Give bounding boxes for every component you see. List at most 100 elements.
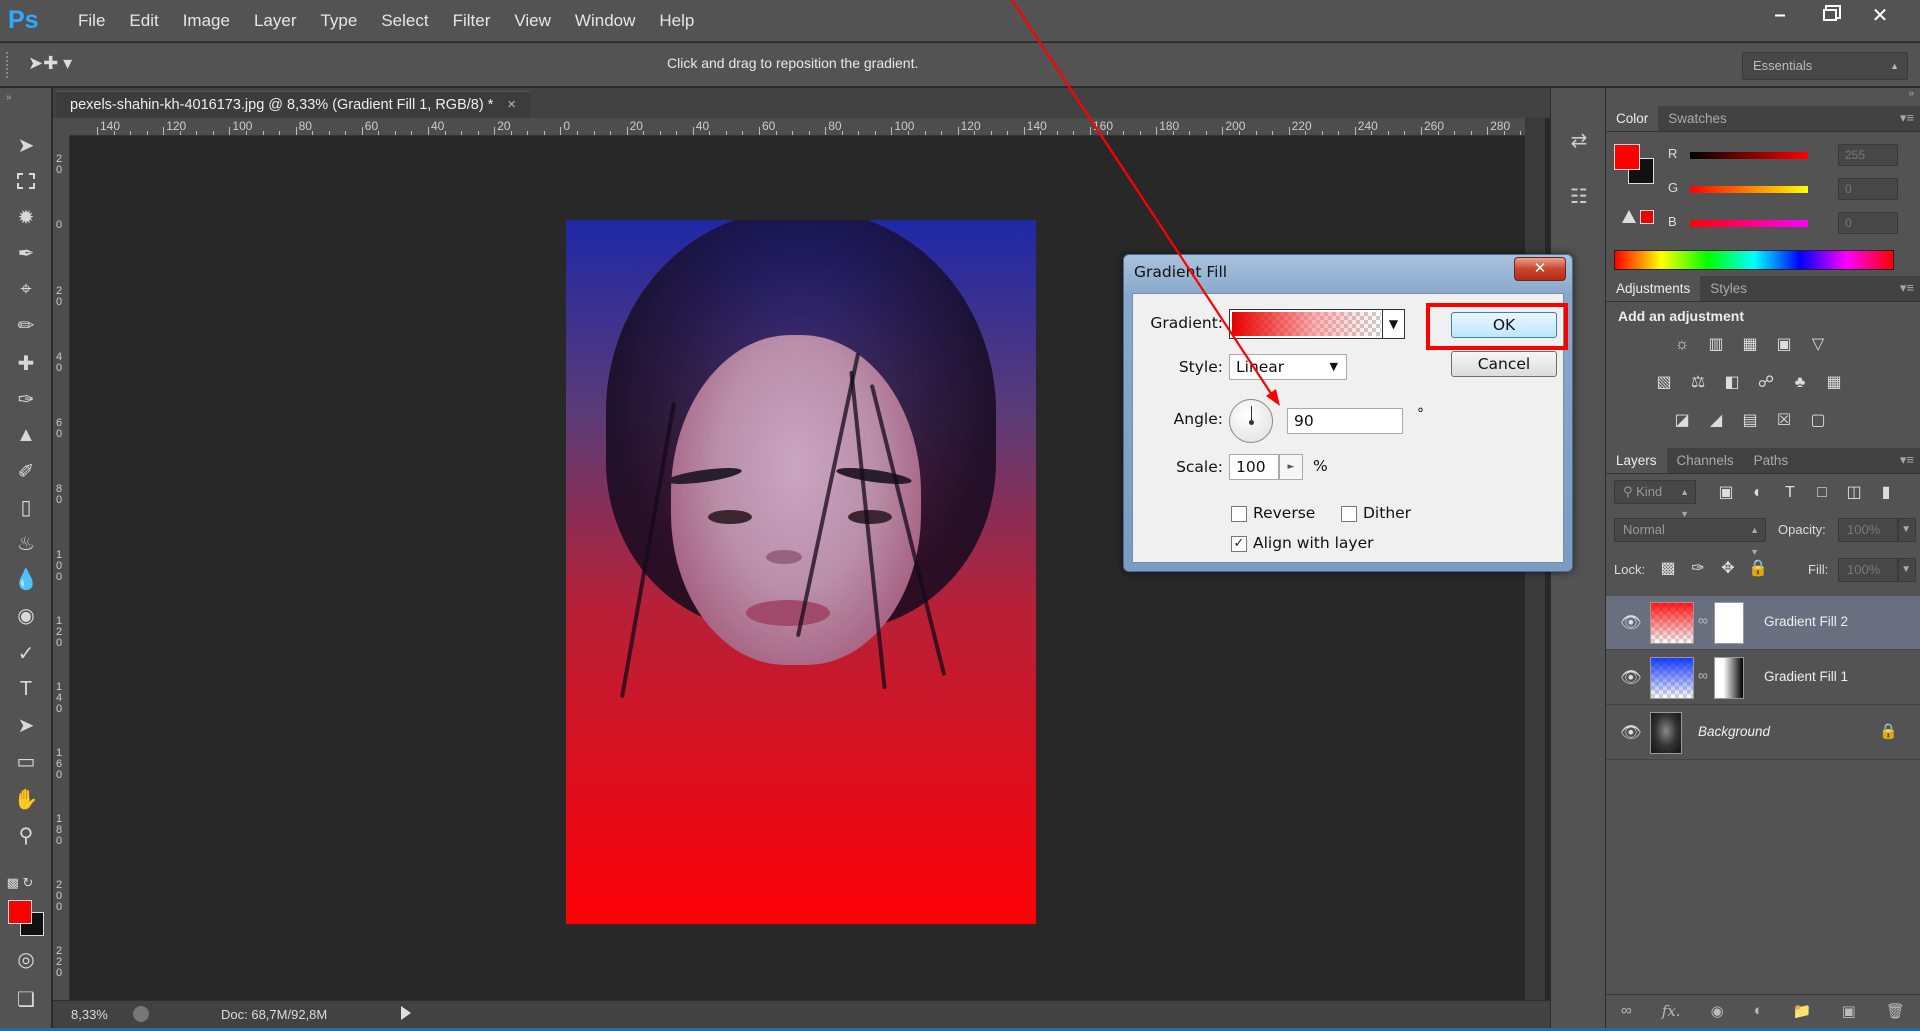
hand-tool-icon[interactable]: ✋ xyxy=(10,784,42,814)
paint-bucket-tool-icon[interactable]: ♨ xyxy=(10,528,42,558)
close-window-button[interactable]: ✕ xyxy=(1858,0,1902,30)
layer-mask-thumbnail[interactable] xyxy=(1714,602,1744,644)
visibility-eye-icon[interactable]: 👁 xyxy=(1620,668,1642,688)
layer-name[interactable]: Gradient Fill 1 xyxy=(1764,669,1848,684)
color-panel-foreground[interactable] xyxy=(1614,144,1640,170)
vibrance-icon[interactable]: ▽ xyxy=(1808,336,1828,354)
tab-styles[interactable]: Styles xyxy=(1700,276,1757,301)
blue-slider[interactable]: B 0 xyxy=(1668,212,1918,234)
layer-mask-thumbnail[interactable] xyxy=(1714,657,1744,699)
layer-name[interactable]: Gradient Fill 2 xyxy=(1764,614,1848,629)
lock-all-icon[interactable]: 🔒 xyxy=(1748,560,1768,578)
cancel-button[interactable]: Cancel xyxy=(1451,351,1557,377)
document-image[interactable] xyxy=(566,220,1036,924)
lock-icon[interactable]: 🔒 xyxy=(1879,722,1898,740)
brush-tool-icon[interactable]: ✑ xyxy=(10,384,42,414)
layer-row-gradient-fill-2[interactable]: 👁 ∞ Gradient Fill 2 xyxy=(1606,596,1920,650)
menu-window[interactable]: Window xyxy=(563,0,647,42)
dodge-tool-icon[interactable]: ◉ xyxy=(10,600,42,630)
type-tool-icon[interactable]: T xyxy=(10,674,42,704)
tab-channels[interactable]: Channels xyxy=(1667,448,1744,473)
tab-paths[interactable]: Paths xyxy=(1744,448,1799,473)
tab-swatches[interactable]: Swatches xyxy=(1658,106,1737,131)
levels-icon[interactable]: ▥ xyxy=(1706,336,1726,354)
zoom-level[interactable]: 8,33% xyxy=(71,1007,108,1022)
pen-tool-icon[interactable]: ✓ xyxy=(10,638,42,668)
photo-filter-icon[interactable]: ☍ xyxy=(1756,374,1776,392)
collapse-icon[interactable]: » xyxy=(0,88,51,103)
black-white-icon[interactable]: ◧ xyxy=(1722,374,1742,392)
visibility-eye-icon[interactable]: 👁 xyxy=(1620,613,1642,633)
blue-value[interactable]: 0 xyxy=(1838,212,1898,234)
blend-mode-select[interactable]: Normal ▲ ▼ xyxy=(1614,518,1766,557)
zoom-tool-icon[interactable]: ⚲ xyxy=(10,820,42,850)
type-filter-icon[interactable]: T xyxy=(1780,484,1800,502)
green-value[interactable]: 0 xyxy=(1838,178,1898,200)
doc-info-icon[interactable] xyxy=(133,1006,149,1022)
blue-track[interactable] xyxy=(1690,220,1808,227)
lock-transparency-icon[interactable]: ▩ xyxy=(1658,560,1678,578)
link-icon[interactable]: ∞ xyxy=(1698,667,1708,683)
screen-mode-icon[interactable]: ❏ xyxy=(10,984,42,1014)
dialog-close-button[interactable]: ✕ xyxy=(1514,257,1566,281)
rectangle-tool-icon[interactable]: ▭ xyxy=(10,746,42,776)
horizontal-ruler[interactable]: 140 120 100 80 60 40 20 0 20 40 60 80 100 120 140 160 18… xyxy=(70,118,1525,136)
workspace-select[interactable]: Essentials ▲▼ xyxy=(1742,52,1908,97)
red-value[interactable]: 255 xyxy=(1838,144,1898,166)
clone-stamp-tool-icon[interactable]: ▲ xyxy=(10,420,42,450)
lock-position-icon[interactable]: ✥ xyxy=(1718,560,1738,578)
red-slider[interactable]: R 255 xyxy=(1668,144,1918,166)
chevron-down-icon[interactable]: ▼ xyxy=(1382,310,1404,338)
status-menu-arrow-icon[interactable] xyxy=(401,1006,411,1020)
quick-mask-icon[interactable]: ◎ xyxy=(10,944,42,974)
move-tool-preset-icon[interactable]: ➤✚ ▾ xyxy=(28,53,72,74)
document-tab[interactable]: pexels-shahin-kh-4016173.jpg @ 8,33% (Gr… xyxy=(56,91,530,118)
menu-filter[interactable]: Filter xyxy=(441,0,503,42)
properties-panel-icon[interactable]: ☷ xyxy=(1565,184,1593,212)
menu-type[interactable]: Type xyxy=(308,0,369,42)
hue-saturation-icon[interactable]: ▧ xyxy=(1654,374,1674,392)
panel-menu-icon[interactable]: ▾≡ xyxy=(1900,452,1914,468)
fill-dropdown[interactable]: ▼ xyxy=(1898,558,1916,582)
style-select[interactable]: Linear ▼ xyxy=(1229,354,1347,380)
color-lookup-icon[interactable]: ▦ xyxy=(1824,374,1844,392)
gamut-warning-icon[interactable] xyxy=(1622,210,1636,223)
layer-row-background[interactable]: 👁 Background 🔒 xyxy=(1606,706,1920,760)
pixel-filter-icon[interactable]: ▣ xyxy=(1716,484,1736,502)
layer-name[interactable]: Background xyxy=(1698,724,1770,739)
menu-file[interactable]: File xyxy=(66,0,117,42)
quick-select-tool-icon[interactable]: ✒ xyxy=(10,238,42,268)
visibility-eye-icon[interactable]: 👁 xyxy=(1620,723,1642,743)
green-track[interactable] xyxy=(1690,186,1808,193)
panel-menu-icon[interactable]: ▾≡ xyxy=(1900,110,1914,126)
opacity-dropdown[interactable]: ▼ xyxy=(1898,518,1916,542)
new-adjustment-layer-icon[interactable]: ◐ xyxy=(1754,1002,1763,1019)
vertical-ruler[interactable]: 20 0 20 40 60 80 100 120 140 160 180 200 220 xyxy=(53,136,70,1000)
gradient-map-icon[interactable]: ▢ xyxy=(1808,412,1828,430)
filter-toggle-icon[interactable]: ▮ xyxy=(1876,484,1896,502)
tab-layers[interactable]: Layers xyxy=(1606,448,1667,473)
foreground-color-swatch[interactable] xyxy=(8,900,32,924)
options-bar-grip[interactable] xyxy=(6,52,10,78)
close-tab-icon[interactable]: × xyxy=(507,97,515,113)
link-icon[interactable]: ∞ xyxy=(1698,612,1708,628)
reverse-checkbox[interactable] xyxy=(1231,506,1247,522)
menu-select[interactable]: Select xyxy=(369,0,440,42)
lock-pixels-icon[interactable]: ✑ xyxy=(1688,560,1708,578)
menu-layer[interactable]: Layer xyxy=(242,0,309,42)
brightness-icon[interactable]: ☼ xyxy=(1672,336,1692,354)
layer-row-gradient-fill-1[interactable]: 👁 ∞ Gradient Fill 1 xyxy=(1606,651,1920,705)
scale-slider-arrow-icon[interactable]: ► xyxy=(1279,454,1303,480)
exposure-icon[interactable]: ▣ xyxy=(1774,336,1794,354)
tab-color[interactable]: Color xyxy=(1606,106,1659,131)
gamut-swatch[interactable] xyxy=(1640,210,1654,224)
delete-layer-icon[interactable]: 🗑 xyxy=(1886,1002,1905,1020)
selective-color-icon[interactable]: ☒ xyxy=(1774,412,1794,430)
minimize-button[interactable]: – xyxy=(1758,0,1802,30)
blur-tool-icon[interactable]: 💧 xyxy=(10,564,42,594)
move-tool-icon[interactable]: ➤ xyxy=(10,130,42,160)
align-with-layer-checkbox[interactable]: ✓ xyxy=(1231,536,1247,552)
opacity-input[interactable]: 100% xyxy=(1838,518,1898,542)
tab-adjustments[interactable]: Adjustments xyxy=(1606,276,1701,301)
shape-filter-icon[interactable]: □ xyxy=(1812,484,1832,502)
